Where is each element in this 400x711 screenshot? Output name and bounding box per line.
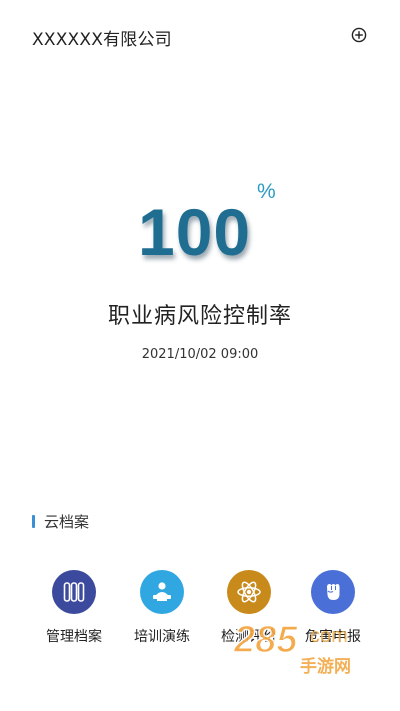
section-accent-bar: [32, 515, 35, 528]
fist-icon: [311, 570, 355, 614]
atom-icon: [227, 570, 271, 614]
menu-item-management-archive[interactable]: 管理档案: [30, 570, 118, 646]
rate-unit: %: [257, 180, 276, 203]
app-screen: XXXXXX有限公司 100 % 职业病风险控制率 2021/10/02 09:…: [0, 0, 400, 711]
watermark-subtitle: 手游网: [300, 656, 351, 677]
risk-control-rate: 100 %: [0, 180, 400, 290]
menu-item-label: 培训演练: [134, 629, 190, 645]
rate-title: 职业病风险控制率: [107, 304, 292, 329]
archive-binders-icon: [52, 570, 96, 614]
menu-item-training-drill[interactable]: 培训演练: [118, 570, 206, 646]
rate-timestamp: 2021/10/02 09:00: [141, 347, 259, 362]
section-title: 云档案: [44, 513, 90, 531]
header: XXXXXX有限公司: [0, 0, 400, 70]
plus-circle-icon: [351, 27, 367, 43]
watermark-brand: 285: [233, 619, 298, 661]
watermark-suffix: com: [310, 625, 348, 647]
training-person-icon: [140, 570, 184, 614]
add-button[interactable]: [350, 26, 368, 44]
company-name: XXXXXX有限公司: [32, 30, 172, 50]
site-watermark: 285 com 手游网: [228, 612, 378, 684]
menu-item-label: 管理档案: [46, 629, 102, 645]
rate-value: 100: [138, 195, 252, 269]
